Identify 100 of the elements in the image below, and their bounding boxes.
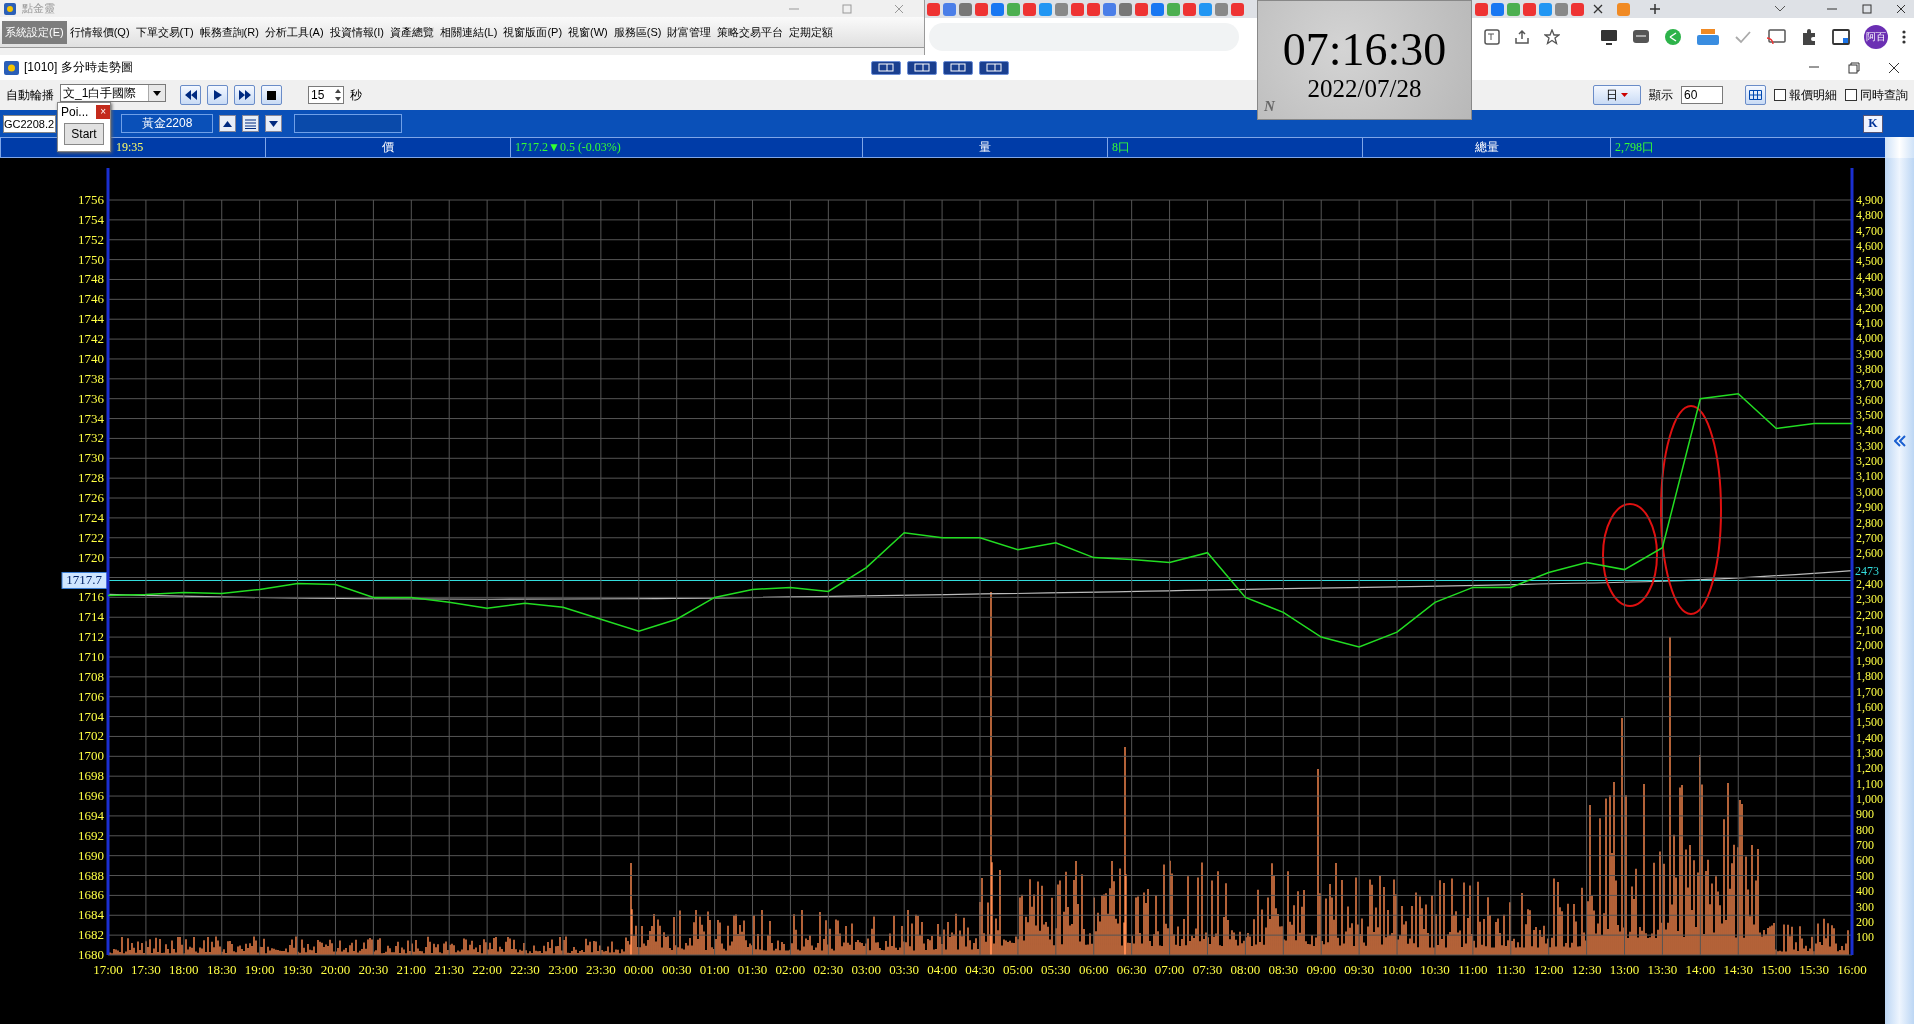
bookmark-icon[interactable] xyxy=(927,2,940,16)
checkbox[interactable] xyxy=(1774,89,1786,101)
time-axis-label: 15:00 xyxy=(1761,962,1791,977)
menu-item[interactable]: 投資情報(I) xyxy=(326,20,387,44)
chevron-down-icon[interactable] xyxy=(1774,5,1786,13)
toolbar-button[interactable] xyxy=(907,60,938,75)
bookmark-icon[interactable] xyxy=(1475,2,1488,16)
group-dropdown[interactable]: 文_1白手國際 xyxy=(60,84,166,102)
bookmark-icon[interactable] xyxy=(975,2,988,16)
bookmark-icon[interactable] xyxy=(1491,2,1504,16)
price-axis-label: 1712 xyxy=(78,629,104,645)
bookmark-icon[interactable] xyxy=(1119,2,1132,16)
toolbar-button[interactable] xyxy=(979,60,1010,75)
menu-item[interactable]: 下單交易(T) xyxy=(132,20,197,44)
more-icon[interactable] xyxy=(1902,28,1906,45)
toolbar-button[interactable] xyxy=(943,60,974,75)
bookmark-icon[interactable] xyxy=(943,2,956,16)
close-button[interactable]: × xyxy=(96,105,110,119)
up-button[interactable] xyxy=(219,115,236,132)
menu-item[interactable]: 策略交易平台 xyxy=(714,20,787,44)
close-icon[interactable] xyxy=(1593,4,1603,14)
bookmark-icon[interactable] xyxy=(1039,2,1052,16)
new-tab-icon[interactable] xyxy=(1649,3,1661,15)
price-axis-label: 1700 xyxy=(78,748,104,764)
share-icon[interactable] xyxy=(1514,28,1530,45)
bookmark-icon[interactable] xyxy=(1215,2,1228,16)
menu-item[interactable]: 視窗版面(P) xyxy=(500,20,566,44)
bookmark-icon[interactable] xyxy=(1151,2,1164,16)
close-icon[interactable] xyxy=(1888,61,1900,74)
sidebar-icon[interactable] xyxy=(1832,28,1850,45)
bookmark-icon[interactable] xyxy=(1231,2,1244,16)
app-badge-icon[interactable] xyxy=(1696,27,1720,46)
grid-view-button[interactable] xyxy=(1745,85,1766,105)
spinner-arrows-icon[interactable] xyxy=(333,87,343,103)
play-button[interactable] xyxy=(207,85,228,105)
menu-item[interactable]: 財富管理 xyxy=(664,20,715,44)
bookmark-icon[interactable] xyxy=(991,2,1004,16)
close-icon[interactable] xyxy=(1896,4,1906,14)
bookmark-icon[interactable] xyxy=(1555,2,1568,16)
chat-icon[interactable] xyxy=(1632,28,1650,45)
checkbox[interactable] xyxy=(1845,89,1857,101)
tab-icon[interactable] xyxy=(1617,2,1630,16)
menu-item[interactable]: 資產總覽 xyxy=(386,20,437,44)
time-axis-label: 10:00 xyxy=(1382,962,1412,977)
bookmark-icon[interactable] xyxy=(1523,2,1536,16)
search-field[interactable] xyxy=(294,114,402,133)
bookmark-icon[interactable] xyxy=(1135,2,1148,16)
double-chevron-icon[interactable] xyxy=(1893,435,1906,447)
bookmark-icon[interactable] xyxy=(1103,2,1116,16)
price-axis-label: 1744 xyxy=(78,311,104,327)
bookmark-icon[interactable] xyxy=(1023,2,1036,16)
star-icon[interactable] xyxy=(1544,28,1560,45)
bookmark-icon[interactable] xyxy=(959,2,972,16)
k-button[interactable]: K xyxy=(1863,114,1883,133)
bookmark-icon[interactable] xyxy=(1071,2,1084,16)
period-dropdown[interactable]: 日 xyxy=(1593,85,1641,105)
toolbar-button[interactable] xyxy=(871,60,902,75)
volume-axis-label: 2,000 xyxy=(1856,638,1883,653)
menu-item[interactable]: 帳務查詢(R) xyxy=(196,20,262,44)
interval-field[interactable]: 15 xyxy=(308,86,344,104)
price-axis-label: 1704 xyxy=(78,708,104,724)
bookmark-icon[interactable] xyxy=(1507,2,1520,16)
bookmark-icon[interactable] xyxy=(1539,2,1552,16)
profile-avatar[interactable]: 阿百 xyxy=(1864,24,1888,49)
volume-axis-label: 2,700 xyxy=(1856,530,1883,545)
rewind-button[interactable] xyxy=(180,85,201,105)
menu-item[interactable]: 相關連結(L) xyxy=(436,20,501,44)
start-button[interactable]: Start xyxy=(64,123,104,145)
bookmark-icon[interactable] xyxy=(1571,2,1584,16)
list-button[interactable] xyxy=(242,115,259,132)
menu-item[interactable]: 服務區(S) xyxy=(610,20,665,44)
bookmark-icon[interactable] xyxy=(1199,2,1212,16)
volume-axis-label: 3,700 xyxy=(1856,377,1883,392)
stop-button[interactable] xyxy=(261,85,282,105)
volume-axis-label: 3,500 xyxy=(1856,408,1883,423)
display-count-field[interactable]: 60 xyxy=(1681,86,1723,104)
volume-axis-label: 2,400 xyxy=(1856,577,1883,591)
menu-item[interactable]: 分析工具(A) xyxy=(261,20,327,44)
menu-item[interactable]: 系統設定(E) xyxy=(2,20,67,44)
bookmark-icon[interactable] xyxy=(1183,2,1196,16)
symbol-field[interactable]: GC2208.2 xyxy=(3,114,56,133)
down-button[interactable] xyxy=(265,115,282,132)
volume-axis-label: 1,900 xyxy=(1856,653,1883,668)
restore-icon[interactable] xyxy=(1848,61,1860,74)
total-volume-label: 總量 xyxy=(1362,137,1610,158)
bookmark-icon[interactable] xyxy=(1167,2,1180,16)
bookmark-icon[interactable] xyxy=(1055,2,1068,16)
fast-forward-button[interactable] xyxy=(234,85,255,105)
menu-item[interactable]: 定期定額 xyxy=(786,20,837,44)
maximize-icon[interactable] xyxy=(1862,4,1872,14)
bookmark-icon[interactable] xyxy=(1007,2,1020,16)
share-circle-icon[interactable] xyxy=(1664,27,1682,46)
cast-icon[interactable] xyxy=(1766,28,1786,45)
puzzle-icon[interactable] xyxy=(1800,27,1818,46)
monitor-icon[interactable] xyxy=(1600,28,1618,45)
menu-item[interactable]: 行情報價(Q) xyxy=(66,20,133,44)
window-icon xyxy=(4,60,19,75)
menu-item[interactable]: 視窗(W) xyxy=(565,20,611,44)
bookmark-icon[interactable] xyxy=(1087,2,1100,16)
translate-icon[interactable] xyxy=(1484,28,1500,45)
